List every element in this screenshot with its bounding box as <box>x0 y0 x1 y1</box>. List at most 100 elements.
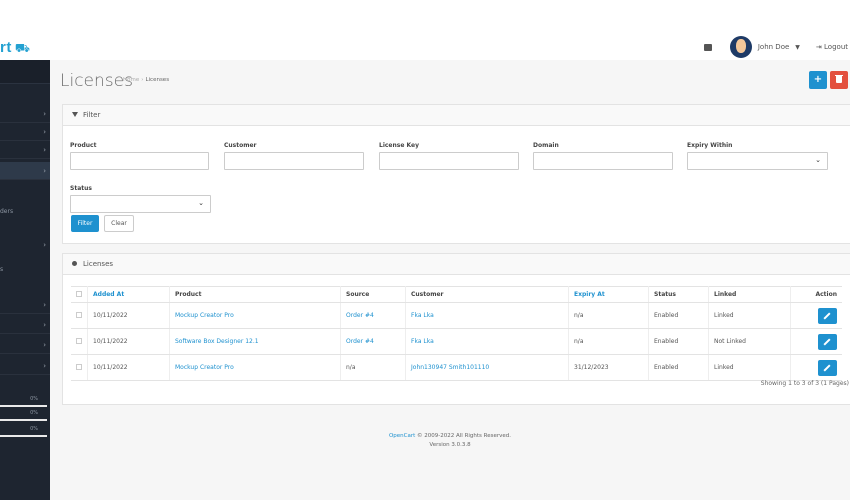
domain-input[interactable] <box>533 152 673 170</box>
filter-icon <box>72 112 78 117</box>
cell-status: Enabled <box>648 354 709 381</box>
column-expiry-at[interactable]: Expiry At <box>568 286 649 303</box>
sidebar-item[interactable]: › <box>0 141 50 159</box>
progress-label: 0% <box>30 410 38 416</box>
sidebar-item[interactable]: › <box>0 316 50 334</box>
customer-label: Customer <box>224 142 257 149</box>
cell-customer-link[interactable]: Fka Lka <box>405 328 569 355</box>
column-linked[interactable]: Linked <box>708 286 791 303</box>
column-status[interactable]: Status <box>648 286 709 303</box>
cell-product-link[interactable]: Mockup Creator Pro <box>169 354 341 381</box>
sidebar-item-label[interactable]: ders <box>0 208 13 215</box>
logout-icon: ⇥ <box>815 43 822 51</box>
cell-product-link[interactable]: Software Box Designer 12.1 <box>169 328 341 355</box>
row-checkbox[interactable] <box>71 328 88 355</box>
progress-bar <box>0 419 47 421</box>
sidebar-item[interactable]: › <box>0 336 50 354</box>
licenses-table: Added At Product Source Customer Expiry … <box>71 286 842 381</box>
store-icon[interactable] <box>703 43 712 51</box>
expiry-within-select[interactable]: ⌄ <box>687 152 828 170</box>
progress-label: 0% <box>30 396 38 402</box>
edit-button[interactable] <box>818 333 837 350</box>
breadcrumb: Home › Licenses <box>123 77 170 83</box>
table-row: 10/11/2022 Mockup Creator Pro n/a John13… <box>71 354 842 381</box>
expiry-within-label: Expiry Within <box>687 142 733 149</box>
license-key-input[interactable] <box>379 152 519 170</box>
plus-icon: + <box>813 74 823 85</box>
row-checkbox[interactable] <box>71 354 88 381</box>
breadcrumb-home[interactable]: Home <box>123 77 139 83</box>
cell-added-at: 10/11/2022 <box>87 302 170 329</box>
edit-button[interactable] <box>818 359 837 376</box>
opencart-logo[interactable]: rt ⛟ <box>0 39 30 57</box>
sidebar-item[interactable]: › <box>0 105 50 123</box>
circle-icon <box>72 261 77 266</box>
cell-expiry-at: n/a <box>568 328 649 355</box>
cell-linked: Linked <box>708 302 791 329</box>
license-key-label: License Key <box>379 142 420 149</box>
footer-version: Version 3.0.3.8 <box>429 442 471 448</box>
sidebar-item[interactable]: › <box>0 296 50 314</box>
footer-brand-link[interactable]: OpenCart <box>389 433 415 439</box>
cell-source: n/a <box>340 354 406 381</box>
select-all-checkbox[interactable] <box>71 286 88 303</box>
cell-added-at: 10/11/2022 <box>87 328 170 355</box>
column-product[interactable]: Product <box>169 286 341 303</box>
user-name[interactable]: John Doe <box>758 43 789 51</box>
row-checkbox[interactable] <box>71 302 88 329</box>
sidebar-item[interactable]: › <box>0 357 50 375</box>
chevron-right-icon: › <box>43 128 46 136</box>
cell-expiry-at: 31/12/2023 <box>568 354 649 381</box>
user-area: John Doe ▼ ⇥ Logout <box>703 36 848 58</box>
sidebar-item-label[interactable]: s <box>0 266 3 273</box>
cart-icon: ⛟ <box>14 41 31 55</box>
product-label: Product <box>70 142 97 149</box>
avatar[interactable] <box>729 36 752 58</box>
sidebar-item[interactable]: › <box>0 236 50 254</box>
cell-customer-link[interactable]: John130947 Smith101110 <box>405 354 569 381</box>
chevron-down-icon: ⌄ <box>815 156 821 164</box>
cell-product-link[interactable]: Mockup Creator Pro <box>169 302 341 329</box>
table-row: 10/11/2022 Mockup Creator Pro Order #4 F… <box>71 302 842 329</box>
top-header: rt ⛟ John Doe ▼ ⇥ Logout <box>0 0 850 60</box>
chevron-right-icon: › <box>43 146 46 154</box>
chevron-right-icon: › <box>43 167 46 175</box>
pagination-summary: Showing 1 to 3 of 3 (1 Pages) <box>760 380 849 387</box>
column-source[interactable]: Source <box>340 286 406 303</box>
cell-status: Enabled <box>648 328 709 355</box>
cell-status: Enabled <box>648 302 709 329</box>
progress-bar <box>0 435 47 437</box>
cell-customer-link[interactable]: Fka Lka <box>405 302 569 329</box>
licenses-panel-heading: Licenses <box>63 254 850 275</box>
filter-panel: Filter Product Customer License Key Doma… <box>62 104 850 244</box>
status-select[interactable]: ⌄ <box>70 195 211 213</box>
footer: OpenCart © 2009-2022 All Rights Reserved… <box>50 432 850 450</box>
chevron-down-icon: ⌄ <box>198 199 204 207</box>
add-button[interactable]: + <box>809 71 827 89</box>
sidebar-toggle[interactable] <box>0 60 50 84</box>
chevron-down-icon[interactable]: ▼ <box>795 44 800 51</box>
sidebar-item-active[interactable]: › <box>0 162 50 180</box>
licenses-panel: Licenses Added At Product Source Custome… <box>62 253 850 405</box>
table-row: 10/11/2022 Software Box Designer 12.1 Or… <box>71 328 842 355</box>
column-customer[interactable]: Customer <box>405 286 569 303</box>
column-added-at[interactable]: Added At <box>87 286 170 303</box>
product-input[interactable] <box>70 152 209 170</box>
filter-button[interactable]: Filter <box>71 215 99 232</box>
domain-label: Domain <box>533 142 559 149</box>
sidebar-item[interactable]: › <box>0 123 50 141</box>
status-label: Status <box>70 185 92 192</box>
breadcrumb-current[interactable]: Licenses <box>145 77 169 83</box>
edit-button[interactable] <box>818 307 837 324</box>
chevron-right-icon: › <box>43 362 46 370</box>
cell-linked: Linked <box>708 354 791 381</box>
chevron-right-icon: › <box>43 321 46 329</box>
clear-button[interactable]: Clear <box>104 215 134 232</box>
customer-input[interactable] <box>224 152 364 170</box>
cell-source-link[interactable]: Order #4 <box>340 302 406 329</box>
chevron-right-icon: › <box>43 301 46 309</box>
page-title: Licenses <box>60 71 133 91</box>
delete-button[interactable] <box>830 71 848 89</box>
cell-source-link[interactable]: Order #4 <box>340 328 406 355</box>
logout-link[interactable]: ⇥ Logout <box>816 43 848 51</box>
